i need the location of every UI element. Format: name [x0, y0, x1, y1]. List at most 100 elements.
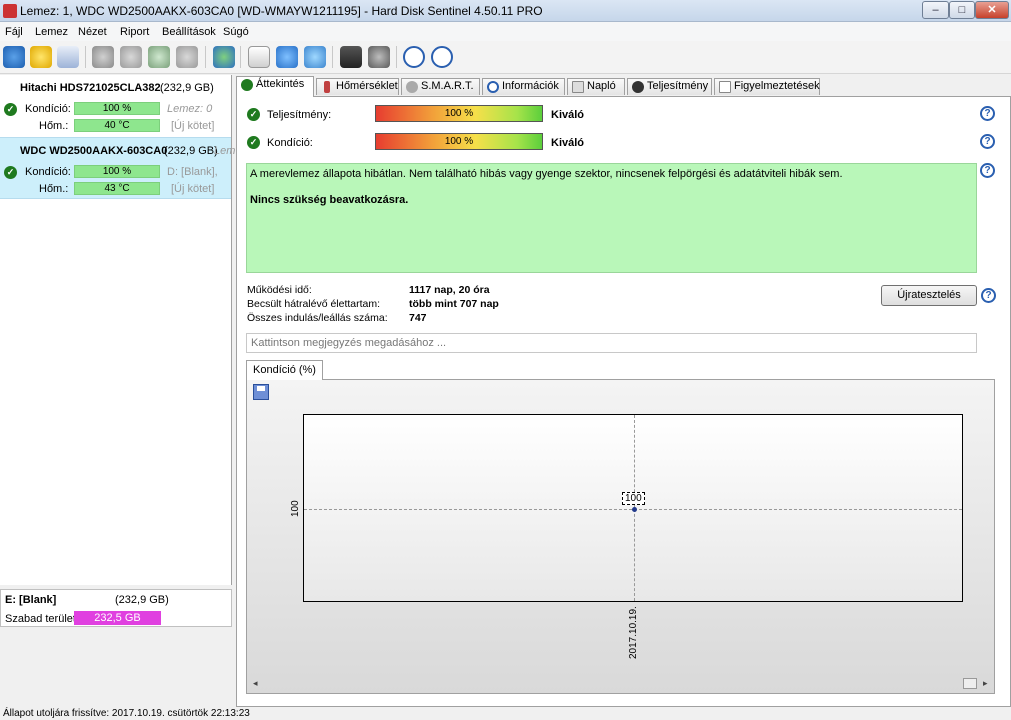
- menu-view[interactable]: Nézet: [78, 26, 107, 38]
- tab-smart[interactable]: S.M.A.R.T.: [401, 78, 480, 95]
- info-icon: [487, 81, 499, 93]
- window-title: Lemez: 1, WDC WD2500AAKX-603CA0 [WD-WMAY…: [20, 4, 543, 18]
- tool-icon-1[interactable]: [92, 46, 114, 68]
- temp-bar: 43 °C: [74, 182, 160, 195]
- check-icon: ✓: [247, 108, 260, 121]
- disk-name: Hitachi HDS721025CLA382: [20, 82, 161, 94]
- check-icon: ✓: [4, 166, 17, 179]
- status-message-box: A merevlemez állapota hibátlan. Nem talá…: [246, 163, 977, 273]
- maximize-button[interactable]: □: [949, 1, 975, 19]
- disk-size: (232,9 GB): [164, 145, 218, 157]
- status-text: Állapot utoljára frissítve: 2017.10.19. …: [3, 708, 250, 719]
- disk-condition-row: ✓ Kondíció: 100 % Lemez: 0: [0, 101, 231, 118]
- volume-note: [Új kötet]: [171, 183, 215, 195]
- disk-name: WDC WD2500AAKX-603CA0: [20, 145, 168, 157]
- help-icon[interactable]: ?: [980, 134, 995, 149]
- disk-header-wdc[interactable]: WDC WD2500AAKX-603CA0 (232,9 GB) Lem: [0, 141, 235, 161]
- save-icon[interactable]: [253, 384, 269, 400]
- volume-panel[interactable]: E: [Blank] (232,9 GB) Szabad terület 232…: [0, 589, 232, 627]
- condition-label: Kondíció:: [25, 103, 71, 115]
- performance-bar: 100 %: [375, 105, 543, 122]
- scroll-right-arrow-icon[interactable]: ▸: [983, 678, 988, 689]
- overview-panel: ✓ Teljesítmény: 100 % Kiváló ? ✓ Kondíci…: [236, 96, 1011, 707]
- document-icon[interactable]: [248, 46, 270, 68]
- volume-name: E: [Blank]: [5, 594, 57, 606]
- tab-temperature[interactable]: Hőmérséklet: [316, 78, 399, 95]
- disk-number-note: Lemez: 0: [167, 103, 213, 115]
- minimize-button[interactable]: –: [922, 1, 949, 19]
- chart-panel: 100 2017.10.19. 100 ◂ ▸: [246, 379, 995, 694]
- retest-button[interactable]: Újratesztelés: [881, 285, 977, 306]
- globe-icon[interactable]: [213, 46, 235, 68]
- speaker-icon[interactable]: [368, 46, 390, 68]
- menu-disk[interactable]: Lemez: [35, 26, 68, 38]
- tab-condition-chart[interactable]: Kondíció (%): [246, 360, 323, 380]
- report-icon[interactable]: [340, 46, 362, 68]
- disk-icon[interactable]: [57, 46, 79, 68]
- toolbar-separator: [240, 46, 241, 68]
- remaining-life-value: több mint 707 nap: [409, 298, 499, 310]
- menu-settings[interactable]: Beállítások: [162, 26, 216, 38]
- gauge-icon: [632, 81, 644, 93]
- condition-row: ✓ Kondíció: 100 % Kiváló: [247, 133, 997, 153]
- help-icon[interactable]: ?: [980, 163, 995, 178]
- remaining-life-label: Becsült hátralévő élettartam:: [247, 298, 381, 310]
- condition-label: Kondíció:: [25, 166, 71, 178]
- performance-rating: Kiváló: [551, 109, 585, 121]
- info-icon[interactable]: [431, 46, 453, 68]
- help-icon[interactable]: ?: [981, 288, 996, 303]
- action-message: Nincs szükség beavatkozásra.: [250, 194, 409, 206]
- condition-bar: 100 %: [74, 165, 160, 178]
- disk-size: (232,9 GB): [160, 82, 214, 94]
- status-bar: Állapot utoljára frissítve: 2017.10.19. …: [0, 707, 1011, 720]
- y-tick-label: 100: [290, 500, 301, 517]
- x-tick-label: 2017.10.19.: [628, 606, 639, 659]
- condition-label: Kondíció:: [267, 137, 313, 149]
- close-button[interactable]: ✕: [975, 1, 1009, 19]
- comment-input[interactable]: Kattintson megjegyzés megadásához ...: [246, 333, 977, 353]
- free-space-bar: 232,5 GB: [74, 611, 161, 625]
- tab-alerts[interactable]: Figyelmeztetések: [714, 78, 820, 95]
- scroll-left-arrow-icon[interactable]: ◂: [253, 678, 258, 689]
- tab-performance[interactable]: Teljesítmény: [627, 78, 712, 95]
- menu-file[interactable]: Fájl: [5, 26, 23, 38]
- tab-bar: Áttekintés Hőmérséklet S.M.A.R.T. Inform…: [236, 76, 1011, 97]
- menu-help[interactable]: Súgó: [223, 26, 249, 38]
- temp-bar: 40 °C: [74, 119, 160, 132]
- menu-report[interactable]: Riport: [120, 26, 149, 38]
- performance-row: ✓ Teljesítmény: 100 % Kiváló: [247, 105, 997, 125]
- uptime-label: Működési idő:: [247, 284, 312, 296]
- tool-icon-4[interactable]: [176, 46, 198, 68]
- help-icon[interactable]: ?: [980, 106, 995, 121]
- tab-information[interactable]: Információk: [482, 78, 565, 95]
- tool-icon-2[interactable]: [120, 46, 142, 68]
- toolbar-separator: [205, 46, 206, 68]
- start-stop-value: 747: [409, 312, 427, 324]
- performance-label: Teljesítmény:: [267, 109, 332, 121]
- tool-icon-3[interactable]: [148, 46, 170, 68]
- toolbar-separator: [85, 46, 86, 68]
- sync-icon[interactable]: [276, 46, 298, 68]
- check-icon: ✓: [247, 136, 260, 149]
- free-space-label: Szabad terület: [5, 613, 76, 625]
- temp-label: Hőm.:: [39, 120, 69, 132]
- network-icon[interactable]: [304, 46, 326, 68]
- app-icon: [3, 4, 17, 18]
- disk-size-note: Lem: [214, 145, 236, 157]
- alert-document-icon: [719, 81, 731, 93]
- status-message: A merevlemez állapota hibátlan. Nem talá…: [250, 168, 843, 180]
- check-icon: [241, 79, 253, 91]
- title-bar: Lemez: 1, WDC WD2500AAKX-603CA0 [WD-WMAY…: [0, 0, 1011, 22]
- data-label: 100: [622, 492, 645, 505]
- disk-header-hitachi[interactable]: Hitachi HDS721025CLA382 (232,9 GB): [0, 78, 231, 98]
- help-icon[interactable]: [403, 46, 425, 68]
- smart-icon: [406, 81, 418, 93]
- warning-icon[interactable]: [30, 46, 52, 68]
- thermometer-icon: [324, 81, 330, 93]
- condition-bar: 100 %: [74, 102, 160, 115]
- scroll-thumb[interactable]: [963, 678, 977, 689]
- horizontal-scrollbar[interactable]: ◂ ▸: [251, 678, 991, 690]
- tab-log[interactable]: Napló: [567, 78, 625, 95]
- refresh-icon[interactable]: [3, 46, 25, 68]
- tab-overview[interactable]: Áttekintés: [236, 76, 314, 97]
